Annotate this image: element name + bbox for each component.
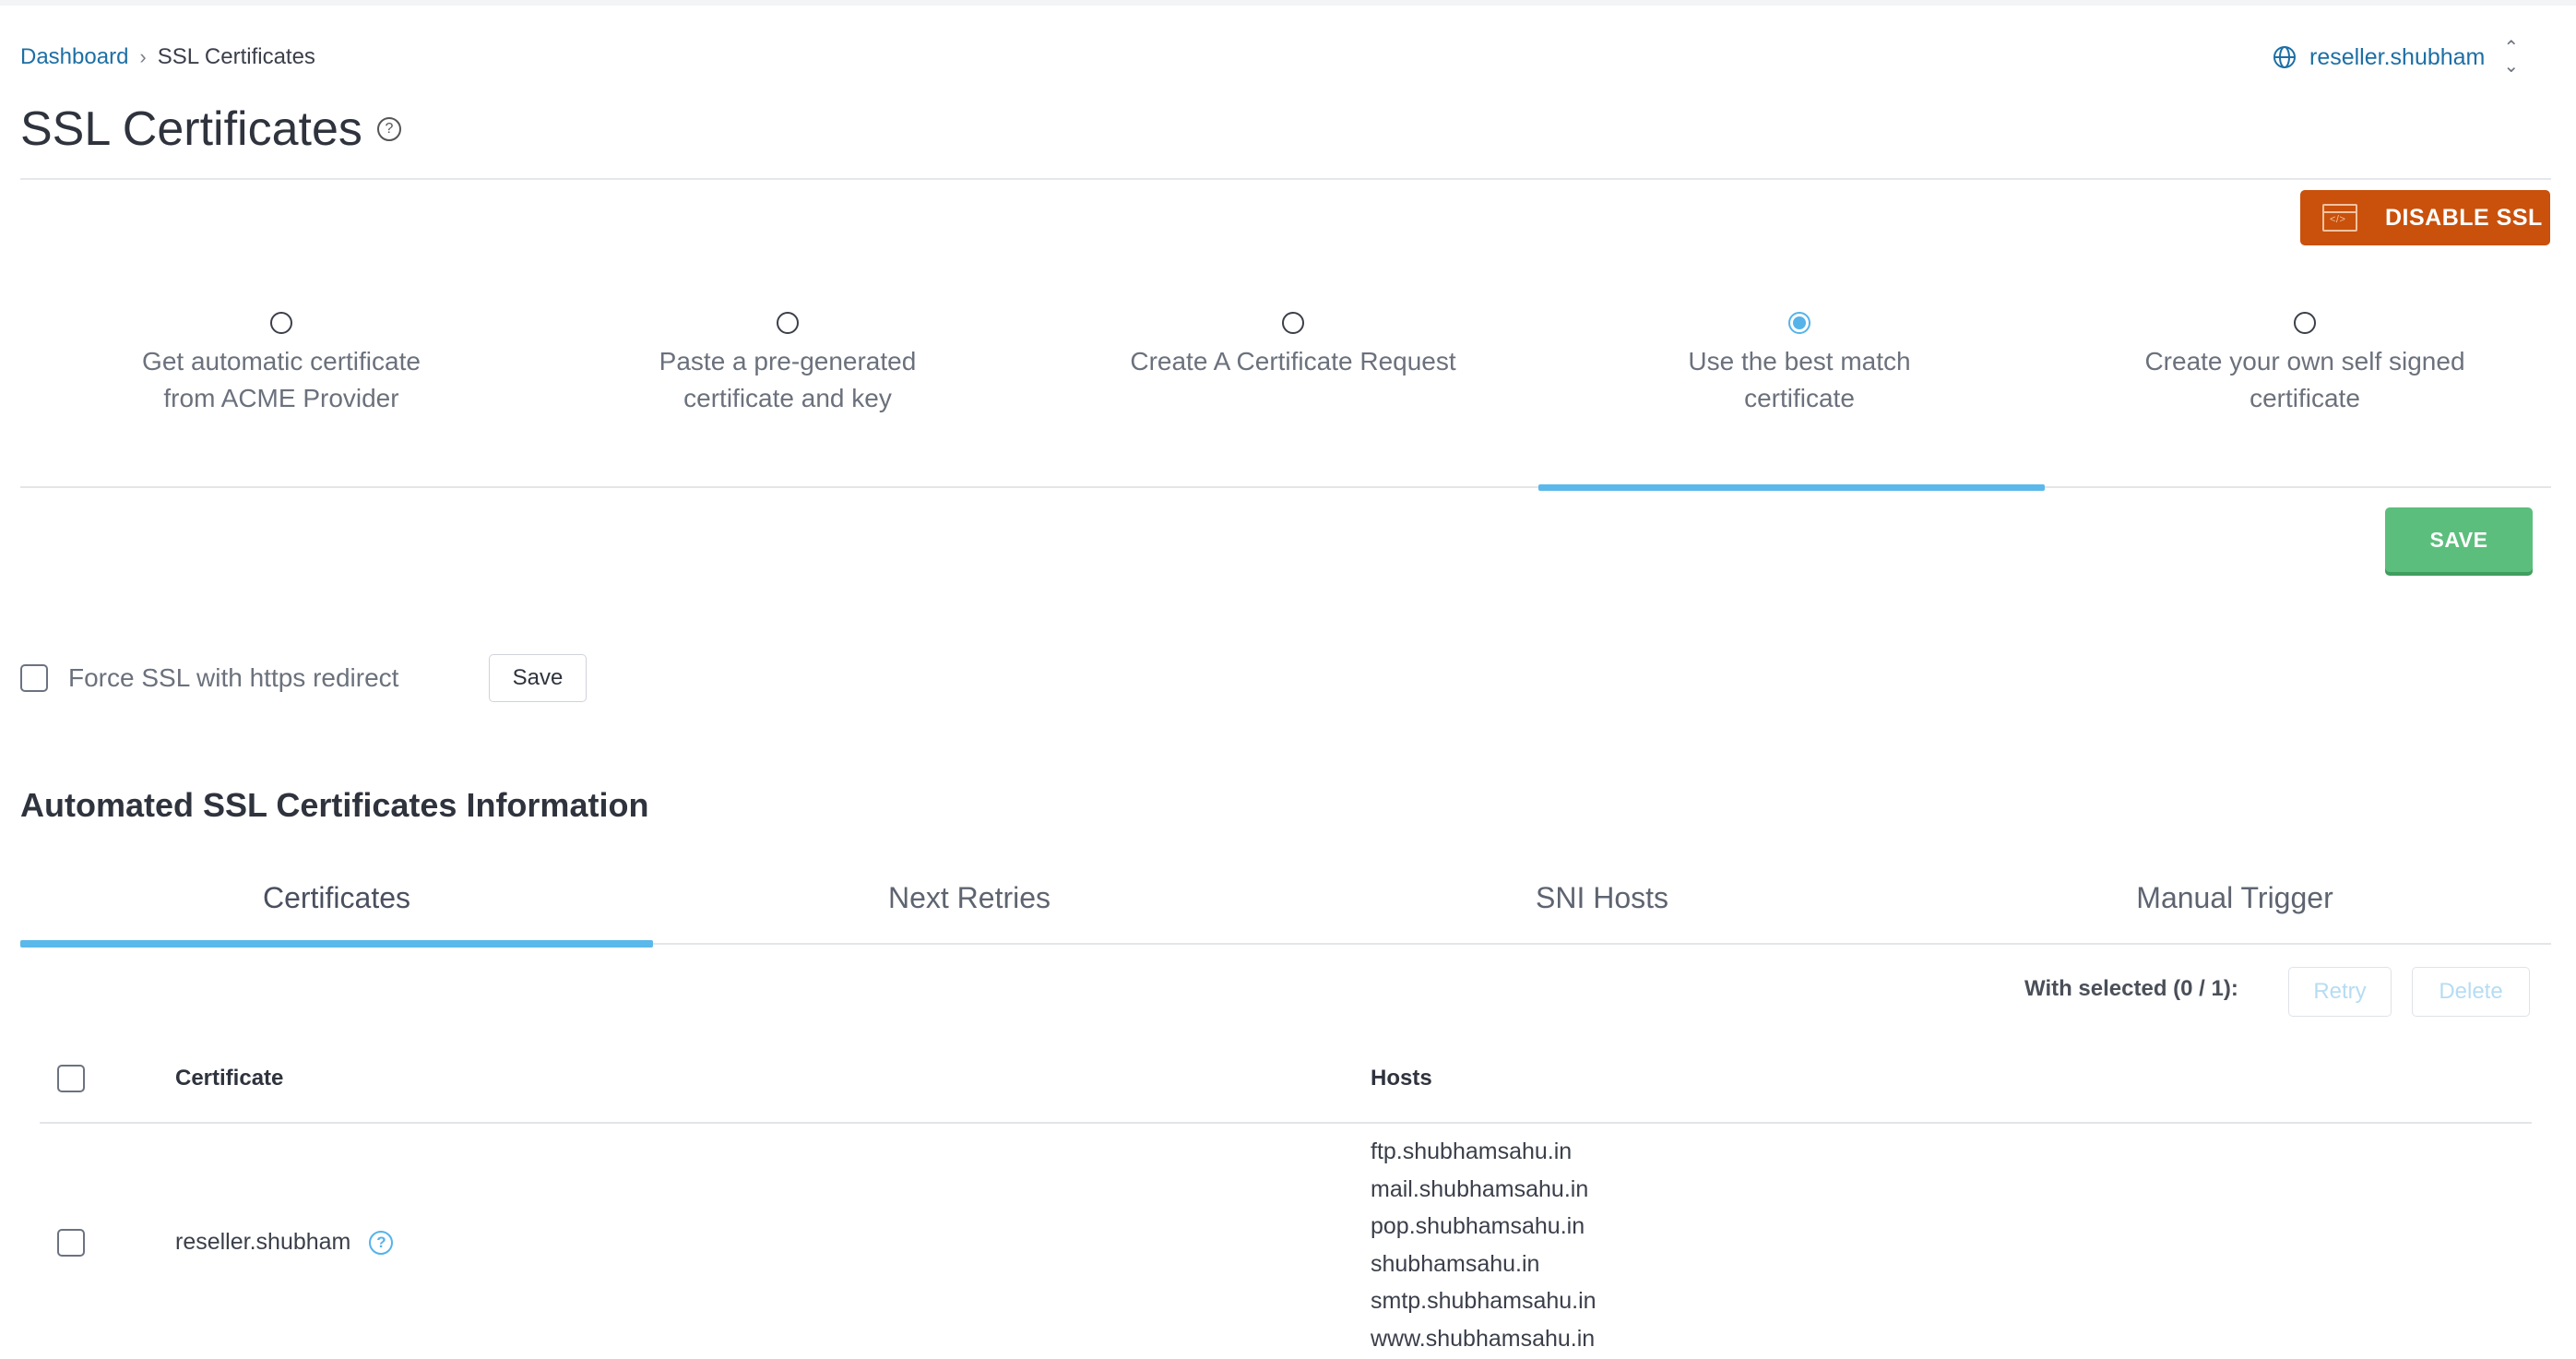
select-all-checkbox[interactable]	[57, 1065, 85, 1092]
host-item: ftp.shubhamsahu.in	[1371, 1138, 1573, 1164]
option-request-line1: Create A Certificate Request	[1130, 347, 1456, 376]
chevron-updown-icon: ⌃ ⌄	[2503, 38, 2520, 77]
disable-ssl-label: DISABLE SSL	[2385, 204, 2543, 231]
breadcrumb: Dashboard › SSL Certificates	[20, 42, 315, 72]
option-acme[interactable]: Get automatic certificate from ACME Prov…	[29, 312, 534, 417]
save-button[interactable]: SAVE	[2385, 507, 2533, 572]
option-best-match-line2: certificate	[1744, 384, 1855, 412]
table-row-certificate: reseller.shubham ?	[175, 1229, 394, 1256]
option-paste-line2: certificate and key	[683, 384, 892, 412]
delete-button[interactable]: Delete	[2412, 967, 2530, 1017]
option-paste[interactable]: Paste a pre-generated certificate and ke…	[535, 312, 1040, 417]
tab-sni-hosts[interactable]: SNI Hosts	[1286, 881, 1918, 915]
disable-ssl-button[interactable]: </> DISABLE SSL	[2300, 190, 2550, 245]
help-icon[interactable]: ?	[369, 1230, 394, 1255]
globe-icon	[2273, 46, 2296, 68]
breadcrumb-separator: ›	[139, 45, 147, 68]
with-selected-count: With selected (0 / 1):	[2024, 976, 2238, 1001]
code-window-icon: </>	[2322, 204, 2357, 232]
option-best-match-radio[interactable]	[1788, 312, 1810, 334]
top-strip	[0, 0, 2576, 6]
option-paste-line1: Paste a pre-generated	[659, 347, 917, 376]
ssl-certificates-page: Dashboard › SSL Certificates reseller.sh…	[0, 0, 2576, 1359]
option-active-indicator	[1538, 484, 2045, 491]
divider	[20, 178, 2551, 180]
host-item: www.shubhamsahu.in	[1371, 1325, 1596, 1352]
force-ssl-row: Force SSL with https redirect	[20, 658, 398, 698]
option-self-signed-line1: Create your own self signed	[2144, 347, 2465, 376]
force-ssl-checkbox[interactable]	[20, 664, 48, 692]
breadcrumb-current: SSL Certificates	[157, 44, 315, 69]
retry-button[interactable]: Retry	[2288, 967, 2392, 1017]
host-item: pop.shubhamsahu.in	[1371, 1213, 1585, 1239]
option-request-radio[interactable]	[1282, 312, 1304, 334]
options-divider	[20, 486, 2551, 488]
option-self-signed-radio[interactable]	[2294, 312, 2316, 334]
option-paste-radio[interactable]	[777, 312, 799, 334]
tab-active-indicator	[20, 940, 653, 948]
option-acme-radio[interactable]	[270, 312, 292, 334]
host-item: shubhamsahu.in	[1371, 1250, 1540, 1277]
page-title-text: SSL Certificates	[20, 102, 362, 156]
table-header-divider	[40, 1122, 2532, 1124]
table-row-hosts: ftp.shubhamsahu.in mail.shubhamsahu.in p…	[1371, 1133, 1597, 1357]
tab-certificates[interactable]: Certificates	[20, 881, 653, 915]
force-ssl-label: Force SSL with https redirect	[68, 663, 399, 692]
tab-manual-trigger[interactable]: Manual Trigger	[1918, 881, 2551, 915]
option-self-signed-line2: certificate	[2250, 384, 2360, 412]
option-best-match-line1: Use the best match	[1688, 347, 1911, 376]
option-acme-line2: from ACME Provider	[163, 384, 399, 412]
option-request[interactable]: Create A Certificate Request	[1040, 312, 1546, 380]
column-header-hosts: Hosts	[1371, 1066, 1432, 1091]
account-name: reseller.shubham	[2309, 43, 2486, 70]
column-header-certificate: Certificate	[175, 1066, 284, 1091]
page-title: SSL Certificates ?	[20, 101, 401, 157]
option-acme-line1: Get automatic certificate	[142, 347, 421, 376]
account-selector[interactable]: reseller.shubham ⌃ ⌄	[2273, 38, 2520, 77]
section-title: Automated SSL Certificates Information	[20, 786, 649, 824]
force-ssl-save-button[interactable]: Save	[489, 654, 587, 702]
option-self-signed[interactable]: Create your own self signed certificate	[2052, 312, 2558, 417]
certificate-name: reseller.shubham	[175, 1229, 351, 1255]
row-checkbox[interactable]	[57, 1229, 85, 1257]
help-icon[interactable]: ?	[376, 117, 401, 141]
breadcrumb-dashboard-link[interactable]: Dashboard	[20, 44, 128, 70]
host-item: smtp.shubhamsahu.in	[1371, 1288, 1597, 1314]
option-best-match[interactable]: Use the best match certificate	[1547, 312, 2052, 417]
tab-next-retries[interactable]: Next Retries	[653, 881, 1286, 915]
host-item: mail.shubhamsahu.in	[1371, 1175, 1589, 1202]
